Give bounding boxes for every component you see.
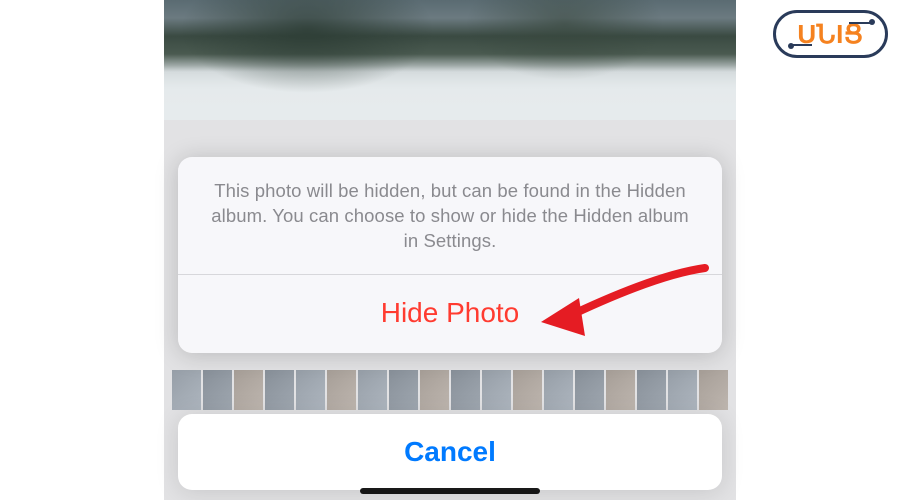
thumb — [482, 370, 511, 410]
thumb — [544, 370, 573, 410]
cancel-button[interactable]: Cancel — [178, 414, 722, 490]
thumb — [451, 370, 480, 410]
photo-preview — [164, 0, 736, 120]
thumb — [699, 370, 728, 410]
logo-circuit-icon — [792, 44, 812, 46]
home-indicator — [360, 488, 540, 494]
cancel-sheet: Cancel — [178, 414, 722, 490]
thumb — [606, 370, 635, 410]
action-sheet: This photo will be hidden, but can be fo… — [178, 157, 722, 353]
thumb — [575, 370, 604, 410]
thumbnail-strip — [164, 370, 736, 410]
thumb — [420, 370, 449, 410]
thumb — [203, 370, 232, 410]
sheet-message: This photo will be hidden, but can be fo… — [178, 157, 722, 274]
thumb — [327, 370, 356, 410]
thumb — [637, 370, 666, 410]
logo-circuit-icon — [849, 22, 871, 24]
thumb — [296, 370, 325, 410]
thumb — [668, 370, 697, 410]
thumb — [389, 370, 418, 410]
hide-photo-button[interactable]: Hide Photo — [178, 275, 722, 353]
thumb — [358, 370, 387, 410]
thumb — [265, 370, 294, 410]
thumb — [172, 370, 201, 410]
thumb — [513, 370, 542, 410]
thumb — [234, 370, 263, 410]
watermark-logo: UՆIՑ — [773, 10, 888, 58]
